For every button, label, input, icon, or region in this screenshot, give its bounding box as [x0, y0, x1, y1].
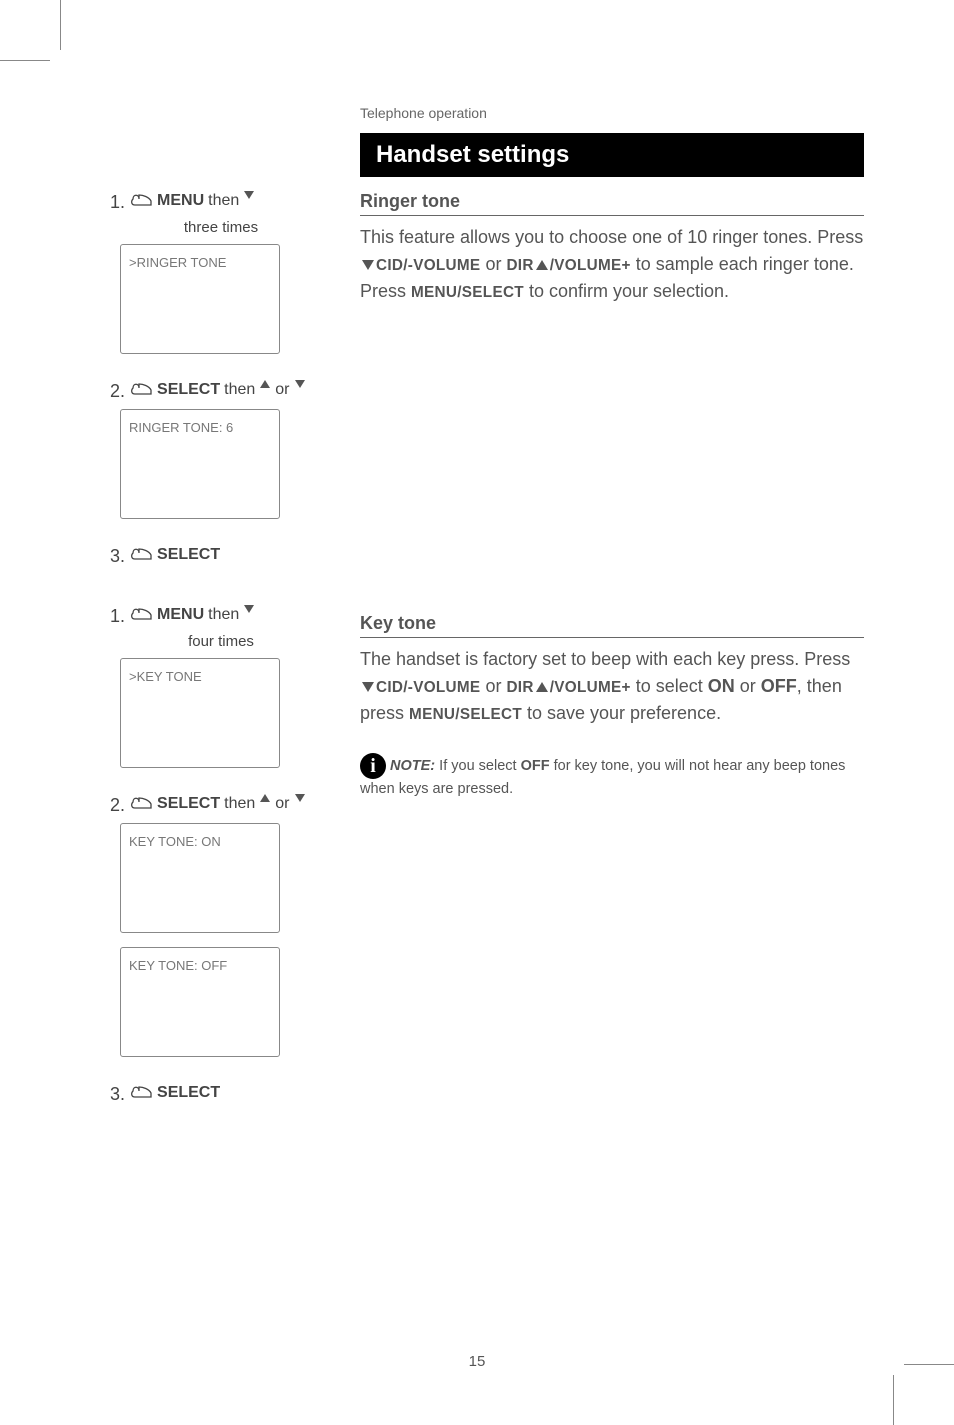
step-2-keytone: 2. SELECT then or — [110, 794, 332, 817]
body-text: or — [735, 676, 761, 696]
select-label: SELECT — [157, 380, 220, 401]
crop-mark — [893, 1375, 894, 1425]
step-text: or — [275, 794, 289, 815]
body-text: The handset is factory set to beep with … — [360, 649, 850, 669]
button-label: MENU/SELECT — [411, 284, 524, 301]
body-text: to select — [631, 676, 708, 696]
step-text: then — [224, 380, 255, 401]
step-trail: three times — [110, 218, 332, 238]
up-arrow-icon — [536, 682, 548, 692]
step-number: 3. — [110, 1083, 125, 1106]
press-icon — [129, 605, 153, 621]
page-number: 15 — [0, 1353, 954, 1370]
step-text: or — [275, 380, 289, 401]
lcd-screen: >RINGER TONE — [120, 244, 280, 354]
crop-mark — [60, 0, 61, 50]
step-number: 3. — [110, 545, 125, 568]
button-label: MENU/SELECT — [409, 706, 522, 723]
down-arrow-icon — [295, 380, 305, 388]
menu-label: MENU — [157, 605, 204, 626]
down-arrow-icon — [295, 794, 305, 802]
step-text: then — [208, 605, 239, 626]
option-on: ON — [708, 676, 735, 696]
section-heading-ringer: Ringer tone — [360, 191, 864, 216]
step-number: 2. — [110, 794, 125, 817]
down-arrow-icon — [244, 191, 254, 199]
note-block: i NOTE: If you select OFF for key tone, … — [360, 753, 864, 801]
select-label: SELECT — [157, 1083, 220, 1104]
body-text: or — [480, 254, 506, 274]
button-label: DIR — [506, 679, 533, 696]
body-text: to save your preference. — [522, 703, 721, 723]
lcd-screen: RINGER TONE: 6 — [120, 409, 280, 519]
step-3-ringer: 3. SELECT — [110, 545, 332, 568]
keytone-body: The handset is factory set to beep with … — [360, 646, 864, 727]
body-text: to confirm your selection. — [524, 281, 729, 301]
step-trail: four times — [110, 632, 332, 652]
section-heading-keytone: Key tone — [360, 613, 864, 638]
info-icon: i — [360, 753, 386, 779]
up-arrow-icon — [536, 260, 548, 270]
step-number: 1. — [110, 605, 125, 628]
ringer-body: This feature allows you to choose one of… — [360, 224, 864, 305]
note-text: If you select — [435, 758, 520, 774]
button-label: DIR — [506, 257, 533, 274]
down-arrow-icon — [362, 682, 374, 692]
press-icon — [129, 545, 153, 561]
step-number: 2. — [110, 380, 125, 403]
step-1-ringer: 1. MENU then three times — [110, 191, 332, 238]
page-category: Telephone operation — [360, 105, 864, 121]
step-3-keytone: 3. SELECT — [110, 1083, 332, 1106]
page-title: Handset settings — [360, 133, 864, 177]
step-text: then — [224, 794, 255, 815]
press-icon — [129, 1083, 153, 1099]
down-arrow-icon — [244, 605, 254, 613]
body-text: This feature allows you to choose one of… — [360, 227, 863, 247]
step-1-keytone: 1. MENU then four times — [110, 605, 332, 652]
down-arrow-icon — [362, 260, 374, 270]
select-label: SELECT — [157, 794, 220, 815]
lcd-screen: KEY TONE: ON — [120, 823, 280, 933]
button-label: CID/-VOLUME — [376, 257, 480, 274]
up-arrow-icon — [260, 794, 270, 802]
button-label: CID/-VOLUME — [376, 679, 480, 696]
lcd-screen: >KEY TONE — [120, 658, 280, 768]
menu-label: MENU — [157, 191, 204, 212]
button-label: /VOLUME+ — [550, 257, 631, 274]
press-icon — [129, 191, 153, 207]
step-number: 1. — [110, 191, 125, 214]
up-arrow-icon — [260, 380, 270, 388]
crop-mark — [0, 60, 50, 61]
press-icon — [129, 380, 153, 396]
press-icon — [129, 794, 153, 810]
select-label: SELECT — [157, 545, 220, 566]
button-label: /VOLUME+ — [550, 679, 631, 696]
body-text: or — [480, 676, 506, 696]
step-2-ringer: 2. SELECT then or — [110, 380, 332, 403]
step-text: then — [208, 191, 239, 212]
note-label: NOTE: — [390, 758, 435, 774]
option-off: OFF — [761, 676, 797, 696]
option-off: OFF — [521, 758, 550, 774]
lcd-screen: KEY TONE: OFF — [120, 947, 280, 1057]
